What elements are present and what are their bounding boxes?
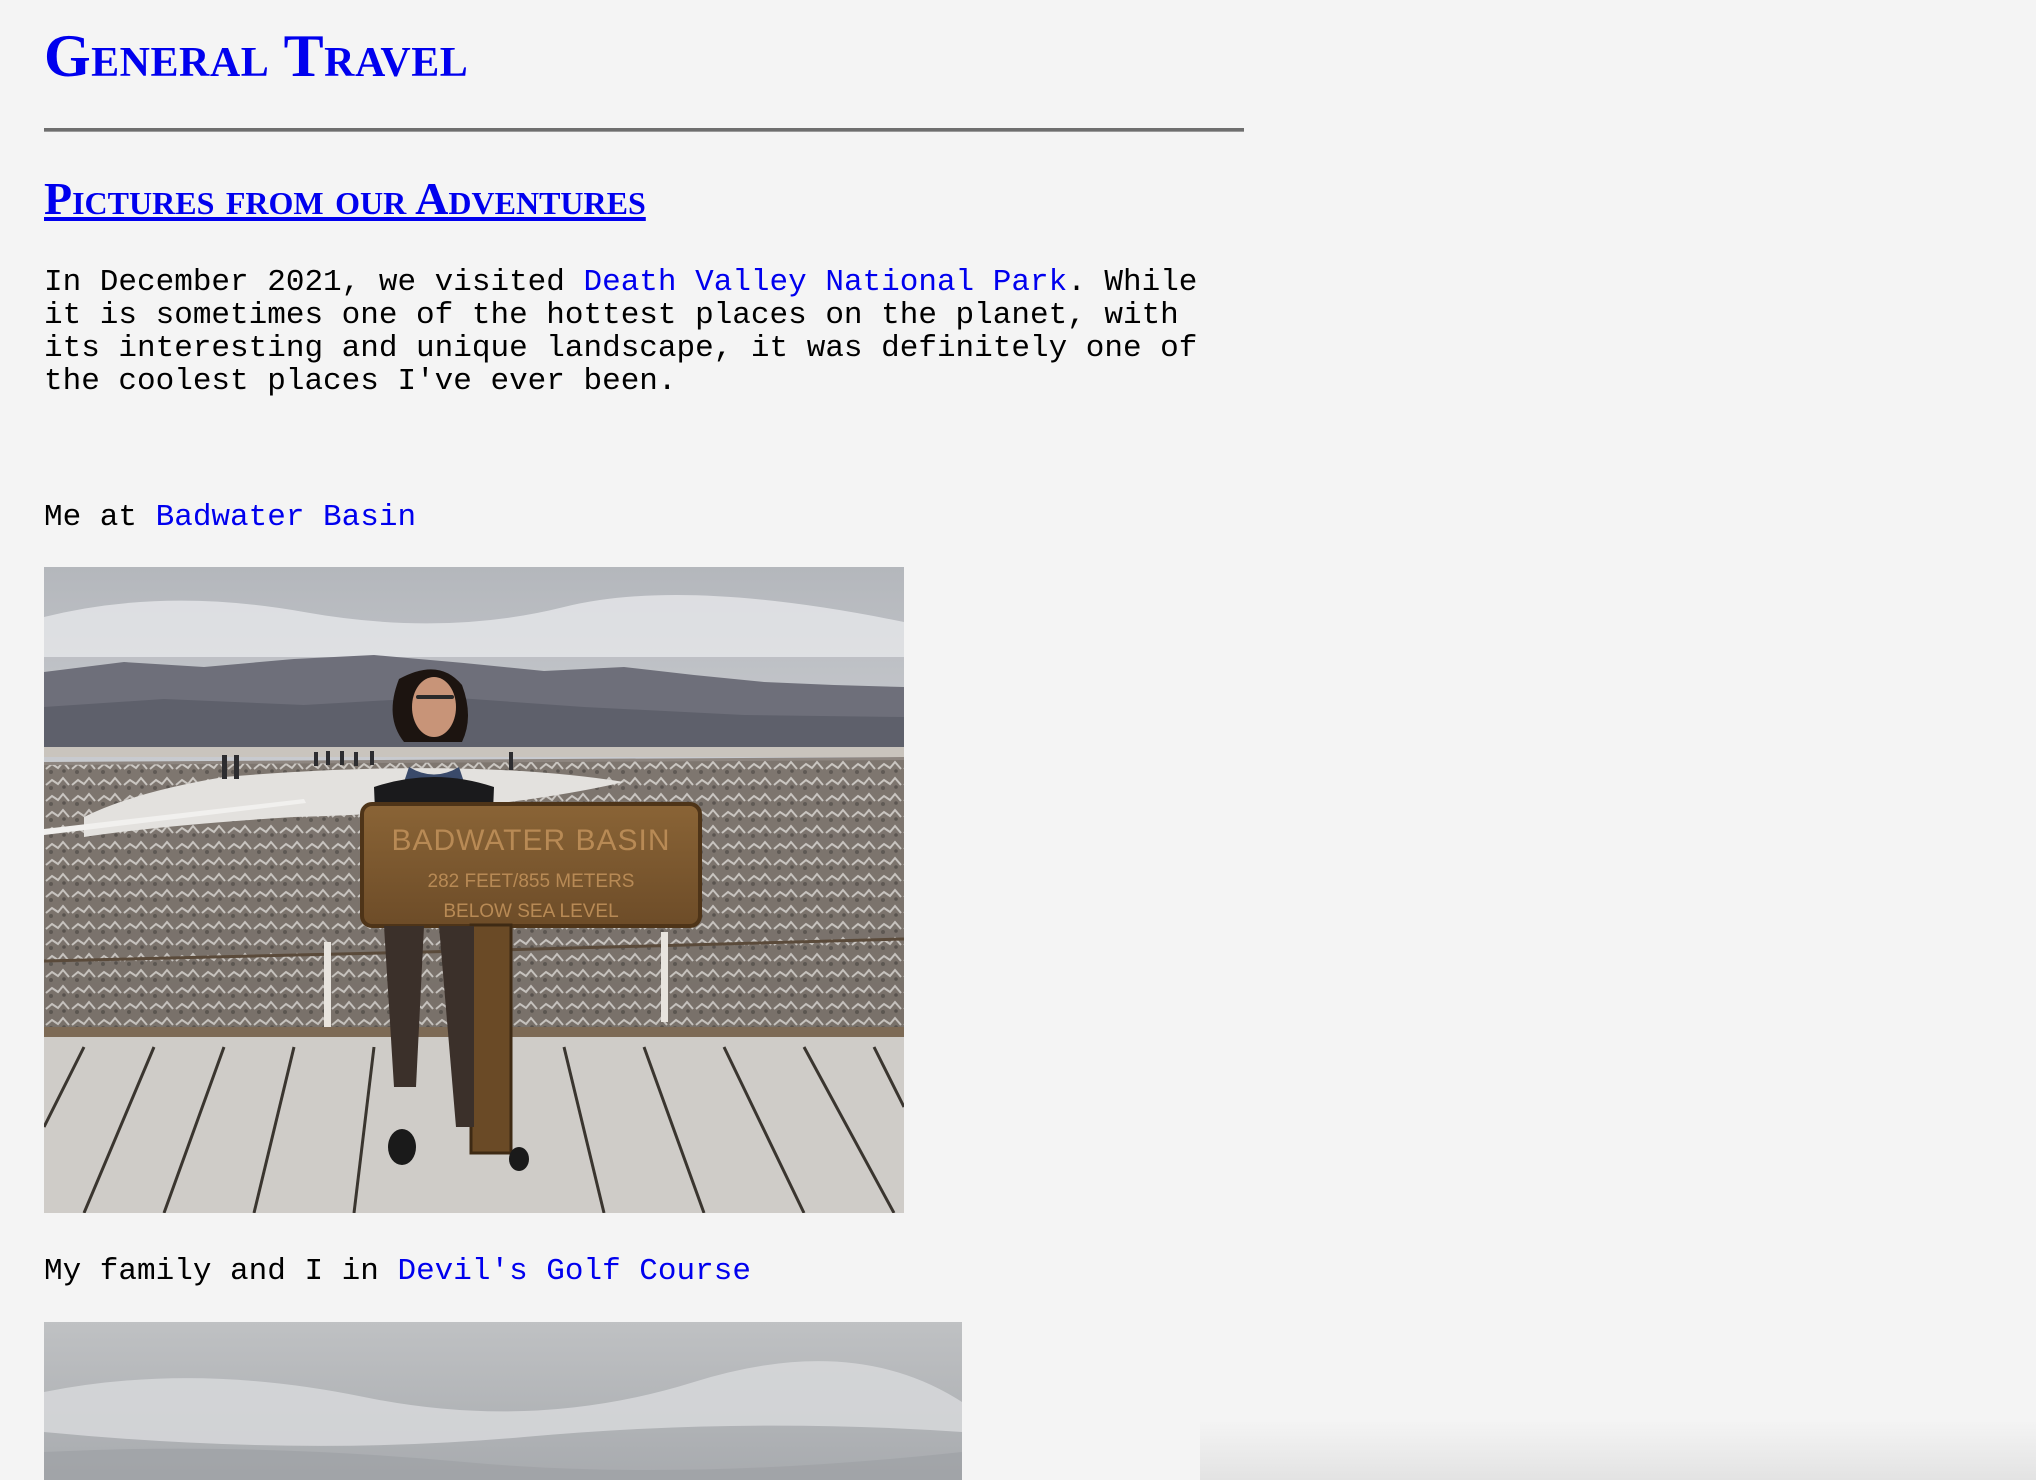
intro-line-4: the coolest places I've ever been. — [44, 364, 677, 399]
horizontal-rule — [44, 128, 1244, 132]
intro-text-end: . While — [1067, 265, 1198, 300]
devils-golf-course-link[interactable]: Devil's Golf Course — [397, 1254, 750, 1289]
caption-text: My family and I in — [44, 1254, 398, 1289]
section-title-link[interactable]: Pictures from our Adventures — [44, 172, 646, 225]
site-title: General Travel — [44, 23, 469, 89]
sign-text-line-3: BELOW SEA LEVEL — [443, 901, 618, 922]
badwater-basin-link[interactable]: Badwater Basin — [156, 500, 416, 535]
badwater-basin-photo: BADWATER BASIN 282 FEET/855 METERS BELOW… — [44, 567, 904, 1213]
sign-text-line-1: BADWATER BASIN — [391, 824, 670, 857]
photo-caption-badwater: Me at Badwater Basin — [44, 500, 416, 535]
intro-line-3: its interesting and unique landscape, it… — [44, 331, 1198, 366]
window-edge-shadow — [1200, 1420, 2036, 1480]
intro-paragraph: In December 2021, we visited Death Valle… — [44, 266, 1244, 398]
photo-caption-devils-golf-course: My family and I in Devil's Golf Course — [44, 1254, 751, 1289]
caption-text: Me at — [44, 500, 156, 535]
devils-golf-course-photo — [44, 1322, 962, 1480]
intro-text-start: In December 2021, we visited — [44, 265, 584, 300]
intro-line-2: it is sometimes one of the hottest place… — [44, 298, 1179, 333]
death-valley-link[interactable]: Death Valley National Park — [584, 265, 1068, 300]
sign-text-line-2: 282 FEET/855 METERS — [428, 871, 635, 892]
